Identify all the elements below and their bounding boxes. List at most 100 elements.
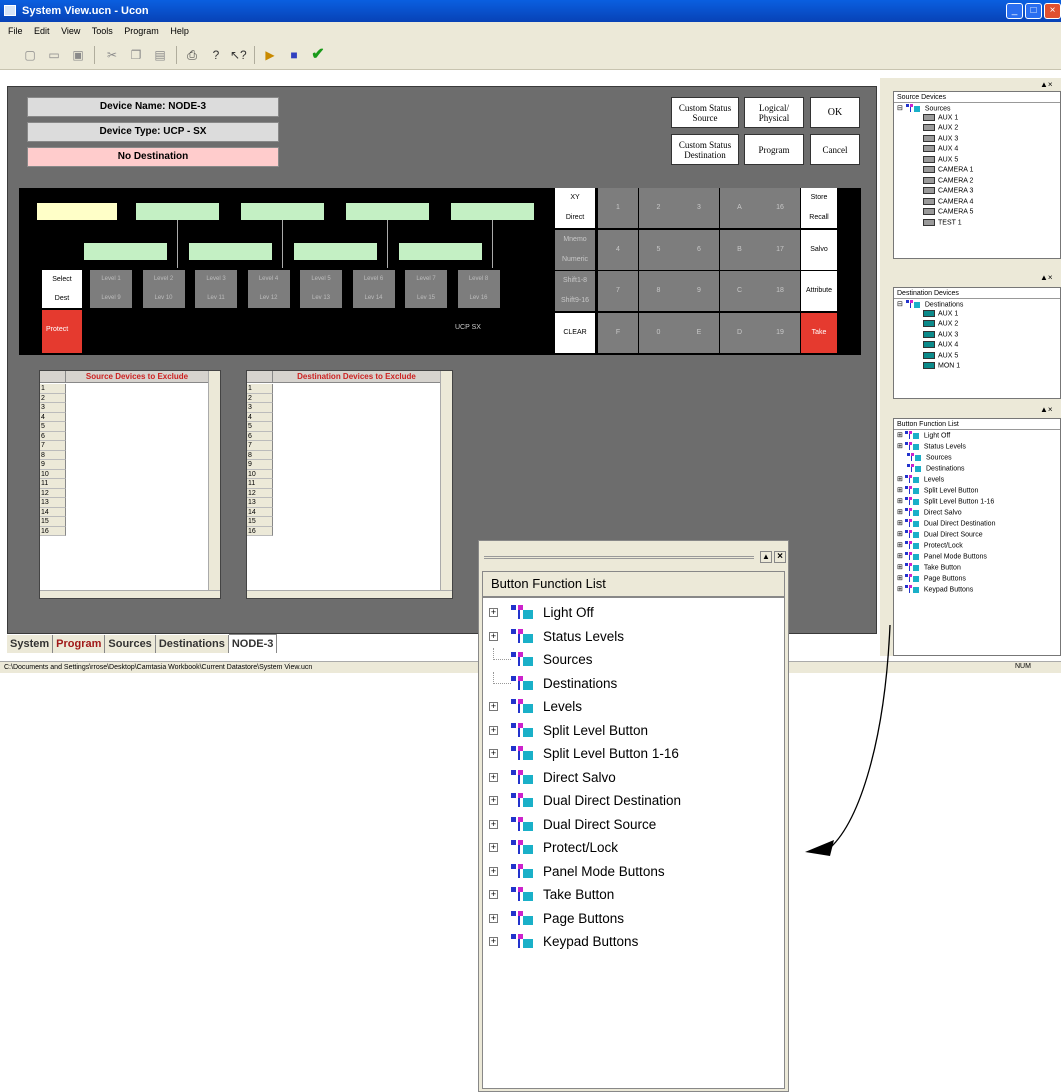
function-list-item[interactable]: + Split Level Button 1-16 <box>483 742 784 766</box>
table-row[interactable]: 8 <box>247 450 440 460</box>
keypad-key[interactable]: 3 <box>679 188 719 228</box>
source-exclude-grid[interactable]: Source Devices to Exclude 1 2 3 4 5 6 7 8 9 10 11 1… <box>39 370 221 599</box>
table-row[interactable]: 1 <box>40 384 208 394</box>
check-icon[interactable]: ✔ <box>310 47 326 63</box>
tree-item[interactable]: CAMERA 2 <box>897 176 1060 188</box>
level-button-1[interactable]: Level 1 Level 9 <box>90 270 132 308</box>
keypad-function-button[interactable]: Salvo <box>801 229 837 270</box>
function-list-item[interactable]: Destinations <box>483 671 784 696</box>
tree-item[interactable]: AUX 2 <box>897 124 1060 135</box>
keypad-key[interactable]: 1 <box>598 188 638 228</box>
expand-icon[interactable]: + <box>489 843 498 852</box>
table-row[interactable]: 6 <box>247 431 440 441</box>
tree-root[interactable]: ⊟ Destinations <box>897 300 1060 310</box>
tab-program[interactable]: Program <box>53 635 106 653</box>
expand-icon[interactable]: ⊞ <box>897 542 903 549</box>
expand-icon[interactable]: ⊞ <box>897 553 903 560</box>
custom-status-destination-button[interactable]: Custom Status Destination <box>671 134 739 165</box>
expand-icon[interactable]: ⊞ <box>897 509 903 516</box>
table-row[interactable]: 2 <box>247 393 440 403</box>
table-row[interactable]: 14 <box>247 507 440 517</box>
keypad-key[interactable]: 9 <box>679 271 719 311</box>
menu-view[interactable]: View <box>61 26 80 36</box>
table-row[interactable]: 12 <box>40 488 208 498</box>
level-button-6[interactable]: Level 6 Lev 14 <box>352 270 395 308</box>
expand-icon[interactable]: ⊞ <box>897 575 903 582</box>
tree-root[interactable]: ⊟ Sources <box>897 104 1060 114</box>
keypad-key[interactable]: 2 <box>638 188 679 228</box>
cancel-button[interactable]: Cancel <box>810 134 860 165</box>
tree-item[interactable]: AUX 3 <box>897 330 1060 342</box>
table-row[interactable]: 15 <box>40 517 208 527</box>
open-icon[interactable]: ▭ <box>46 47 62 63</box>
paste-icon[interactable]: ▤ <box>152 47 168 63</box>
keypad-key[interactable]: 5 <box>638 229 679 270</box>
level-button-4[interactable]: Level 4 Lev 12 <box>247 270 290 308</box>
table-row[interactable]: 13 <box>247 498 440 508</box>
close-button[interactable]: × <box>1044 3 1061 19</box>
tree-item[interactable]: AUX 5 <box>897 351 1060 363</box>
cut-icon[interactable]: ✂ <box>104 47 120 63</box>
gripper[interactable] <box>484 556 754 559</box>
table-row[interactable]: 13 <box>40 498 208 508</box>
menu-tools[interactable]: Tools <box>92 26 113 36</box>
level-button-5[interactable]: Level 5 Lev 13 <box>300 270 342 308</box>
level-button-8[interactable]: Level 8 Lev 16 <box>457 270 500 308</box>
expand-icon[interactable]: + <box>489 890 498 899</box>
tree-item[interactable]: MON 1 <box>897 362 1060 373</box>
tree-item[interactable]: AUX 5 <box>897 155 1060 167</box>
source-grid-scrollbar[interactable] <box>208 371 220 590</box>
expand-icon[interactable]: + <box>489 937 498 946</box>
keypad-mode-button[interactable]: XY Direct <box>555 188 595 228</box>
table-row[interactable]: 8 <box>40 450 208 460</box>
function-list-item[interactable]: + Light Off <box>483 601 784 625</box>
keypad-key[interactable]: E <box>679 312 719 353</box>
close-icon[interactable]: × <box>774 551 786 563</box>
expand-icon[interactable]: + <box>489 749 498 758</box>
table-row[interactable]: 14 <box>40 507 208 517</box>
menu-edit[interactable]: Edit <box>34 26 50 36</box>
tree-item[interactable]: AUX 3 <box>897 134 1060 146</box>
print-icon[interactable]: ⎙ <box>184 47 200 63</box>
expand-icon[interactable]: + <box>489 702 498 711</box>
tree-item[interactable]: CAMERA 3 <box>897 187 1060 198</box>
keypad-key[interactable]: 8 <box>638 271 679 311</box>
tree-item[interactable]: ⊞ Dual Direct Source <box>897 530 1060 541</box>
expand-icon[interactable]: ⊞ <box>897 520 903 527</box>
expand-icon[interactable]: ⊞ <box>897 531 903 538</box>
table-row[interactable]: 9 <box>40 460 208 470</box>
tree-item[interactable]: ⊞ Panel Mode Buttons <box>897 552 1060 563</box>
tab-system[interactable]: System <box>7 635 54 653</box>
source-devices-tree[interactable]: ⊟ Sources AUX 1 AUX 2 AUX 3 AUX 4 AUX 5 CAMERA … <box>894 103 1060 229</box>
function-list-item[interactable]: + Keypad Buttons <box>483 930 784 954</box>
tree-item[interactable]: ⊞ Levels <box>897 475 1060 486</box>
tab-sources[interactable]: Sources <box>105 635 156 653</box>
expand-icon[interactable]: ⊞ <box>897 487 903 494</box>
expand-icon[interactable]: + <box>489 913 498 923</box>
expand-icon[interactable]: + <box>489 819 498 829</box>
table-row[interactable]: 10 <box>40 469 208 479</box>
keypad-key[interactable]: 18 <box>760 271 800 311</box>
logical-physical-button[interactable]: Logical/ Physical <box>744 97 804 128</box>
table-row[interactable]: 11 <box>40 479 208 489</box>
keypad-key[interactable]: 4 <box>598 229 638 270</box>
table-row[interactable]: 7 <box>40 441 208 451</box>
table-row[interactable]: 12 <box>247 488 440 498</box>
table-row[interactable]: 11 <box>247 479 440 489</box>
tree-item[interactable]: CAMERA 5 <box>897 208 1060 219</box>
dock-controls[interactable]: ▲× <box>1040 80 1053 89</box>
function-list-item[interactable]: + Take Button <box>483 883 784 907</box>
function-list-item[interactable]: + Protect/Lock <box>483 836 784 860</box>
keypad-mode-button[interactable]: Mnemo Numeric <box>555 229 595 270</box>
expand-icon[interactable]: + <box>489 725 498 735</box>
menu-help[interactable]: Help <box>170 26 189 36</box>
table-row[interactable]: 2 <box>40 393 208 403</box>
table-row[interactable]: 3 <box>247 403 440 413</box>
table-row[interactable]: 5 <box>40 422 208 432</box>
collapse-icon[interactable]: ⊟ <box>897 105 903 112</box>
tree-item[interactable]: TEST 1 <box>897 218 1060 230</box>
tree-item[interactable]: AUX 4 <box>897 341 1060 352</box>
keypad-key[interactable]: B <box>719 229 760 270</box>
download-icon[interactable]: ▶ <box>262 47 278 63</box>
dock-controls[interactable]: ▲× <box>1040 273 1053 282</box>
